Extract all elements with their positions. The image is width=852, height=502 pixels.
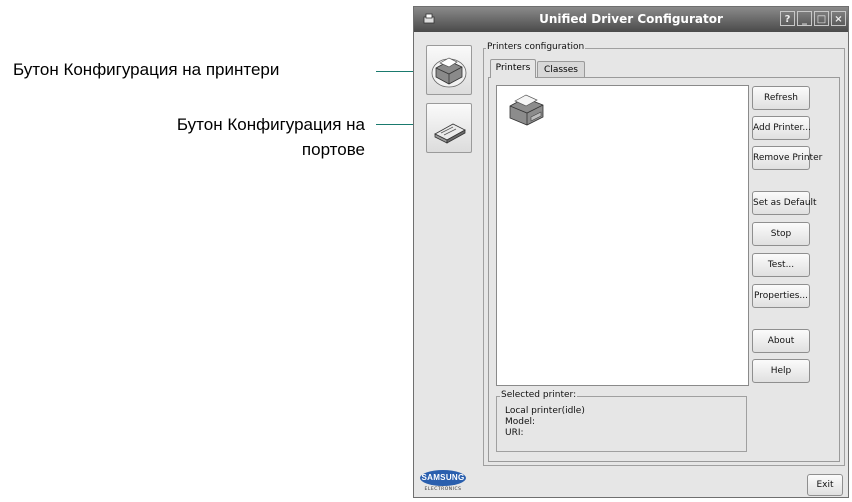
selected-printer-title: Selected printer: [500, 390, 578, 400]
exit-button[interactable]: Exit [807, 474, 843, 496]
list-item[interactable] [505, 90, 549, 132]
ports-callout-line2: портове [301, 140, 365, 159]
ports-button-callout: Бутон Конфигурация на портове [0, 112, 365, 162]
brand-sub: ELECTRONICS [424, 487, 462, 492]
help-button[interactable]: Help [752, 359, 810, 383]
about-button[interactable]: About [752, 329, 810, 353]
remove-printer-button[interactable]: Remove Printer [752, 146, 822, 170]
printer-status: Local printer(idle) [505, 406, 585, 416]
samsung-logo: SAMSUNG ELECTRONICS [420, 470, 466, 496]
printers-configuration-button[interactable] [426, 45, 472, 95]
ports-configuration-button[interactable] [426, 103, 472, 153]
minimize-button[interactable]: _ [797, 11, 812, 26]
properties-button[interactable]: Properties... [752, 284, 810, 308]
port-icon [434, 123, 466, 144]
test-button[interactable]: Test... [752, 253, 810, 277]
printer-list[interactable] [496, 85, 749, 386]
maximize-button[interactable]: □ [814, 11, 829, 26]
stop-button[interactable]: Stop [752, 222, 810, 246]
refresh-button[interactable]: Refresh [752, 86, 810, 110]
printer-uri: URI: [505, 428, 524, 438]
configurator-window: Unified Driver Configurator ? _ □ × Prin… [413, 6, 849, 498]
tab-printers[interactable]: Printers [490, 59, 536, 78]
printer-model: Model: [505, 417, 536, 427]
selected-printer-details: Local printer(idle) Model: URI: [505, 406, 585, 439]
add-printer-button[interactable]: Add Printer... [752, 116, 811, 140]
window-controls: ? _ □ × [780, 11, 846, 26]
group-title: Printers configuration [486, 42, 586, 52]
title-bar[interactable]: Unified Driver Configurator ? _ □ × [414, 7, 848, 32]
printer-icon [431, 57, 467, 88]
printer-icon [509, 94, 544, 126]
brand-name: SAMSUNG [420, 470, 466, 486]
set-default-button[interactable]: Set as Default [752, 191, 817, 215]
close-button[interactable]: × [831, 11, 846, 26]
selected-printer-group: Selected printer: Local printer(idle) Mo… [496, 390, 747, 452]
ports-callout-line1: Бутон Конфигурация на [176, 115, 365, 134]
help-window-button[interactable]: ? [780, 11, 795, 26]
printers-button-callout: Бутон Конфигурация на принтери [13, 60, 280, 79]
